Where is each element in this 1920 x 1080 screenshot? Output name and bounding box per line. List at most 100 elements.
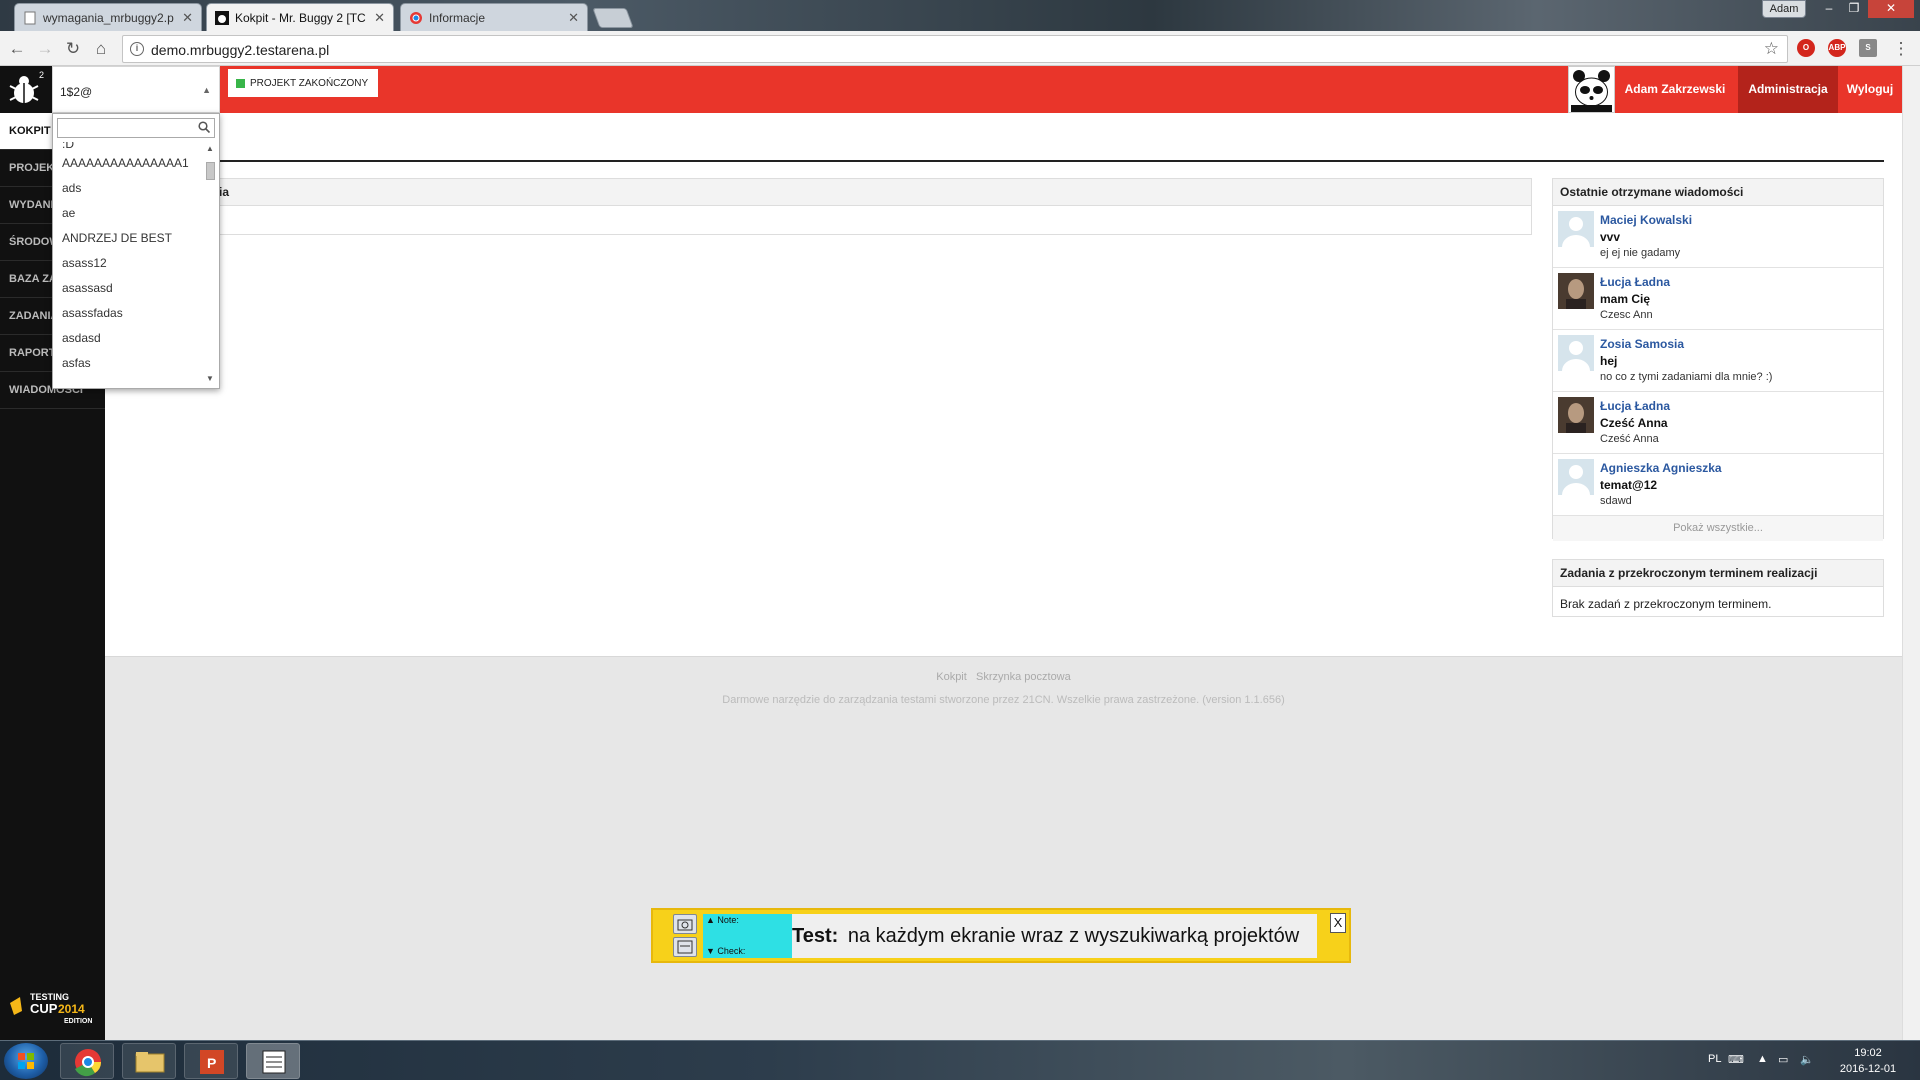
minimize-icon[interactable]: – bbox=[1818, 0, 1840, 18]
note-label[interactable]: ▲ Note: bbox=[703, 915, 739, 925]
badge-year: 2014 bbox=[58, 1002, 85, 1016]
scroll-thumb[interactable] bbox=[206, 162, 215, 180]
note-text: na każdym ekranie wraz z wyszukiwarką pr… bbox=[847, 925, 1300, 947]
badge-line2: CUP bbox=[30, 1001, 58, 1016]
message-item[interactable]: Maciej Kowalski vvv ej ej nie gadamy bbox=[1553, 206, 1883, 268]
logout-link[interactable]: Wyloguj bbox=[1838, 66, 1902, 113]
message-item[interactable]: Łucja Ładna Cześć Anna Cześć Anna bbox=[1553, 392, 1883, 454]
message-item[interactable]: Zosia Samosia hej no co z tymi zadaniami… bbox=[1553, 330, 1883, 392]
keyboard-icon[interactable]: ⌨ bbox=[1728, 1053, 1744, 1066]
dropdown-option[interactable]: asassasd bbox=[53, 276, 201, 301]
reload-icon[interactable]: ↻ bbox=[62, 38, 84, 60]
default-avatar-icon bbox=[1562, 217, 1590, 247]
message-subject[interactable]: vvv bbox=[1600, 230, 1620, 244]
dropdown-option[interactable]: ads bbox=[53, 176, 201, 201]
new-tab-button[interactable] bbox=[592, 8, 634, 28]
opera-extension-icon[interactable]: O bbox=[1797, 39, 1815, 57]
page-scrollbar[interactable] bbox=[1902, 66, 1920, 1040]
photo-avatar-icon bbox=[1558, 273, 1594, 309]
dropdown-scrollbar[interactable]: ▲ ▼ bbox=[203, 142, 218, 388]
clock-date: 2016-12-01 bbox=[1839, 1063, 1897, 1075]
admin-link[interactable]: Administracja bbox=[1738, 66, 1838, 113]
note-text-field[interactable]: Test: na każdym ekranie wraz z wyszukiwa… bbox=[792, 914, 1317, 958]
message-item[interactable]: Agnieszka Agnieszka temat@12 sdawd bbox=[1553, 454, 1883, 516]
project-status-badge: PROJEKT ZAKOŃCZONY bbox=[228, 69, 379, 97]
browser-tab-informacje[interactable]: Informacje ✕ bbox=[400, 3, 588, 31]
camera-icon[interactable] bbox=[673, 914, 697, 934]
bookmark-star-icon[interactable]: ☆ bbox=[1764, 39, 1779, 59]
dropdown-option[interactable]: ANDRZEJ DE BEST bbox=[53, 226, 201, 251]
app-logo[interactable]: 2 bbox=[0, 66, 52, 113]
scroll-down-icon[interactable]: ▼ bbox=[206, 374, 214, 383]
project-selector[interactable]: 1$2@ ▲ bbox=[52, 66, 220, 113]
search-icon[interactable] bbox=[198, 121, 210, 133]
message-sender[interactable]: Łucja Ładna bbox=[1600, 275, 1670, 289]
footer-link-mailbox[interactable]: Skrzynka pocztowa bbox=[976, 671, 1071, 683]
message-sender[interactable]: Łucja Ładna bbox=[1600, 399, 1670, 413]
user-name-link[interactable]: Adam Zakrzewski bbox=[1616, 66, 1734, 113]
dropdown-option[interactable]: AAAAAAAAAAAAAAA1 bbox=[53, 151, 201, 176]
address-bar[interactable]: i demo.mrbuggy2.testarena.pl ☆ bbox=[122, 35, 1788, 63]
restore-icon[interactable]: ❐ bbox=[1843, 0, 1865, 18]
forward-icon[interactable]: → bbox=[34, 38, 56, 60]
note-prefix: Test: bbox=[792, 925, 839, 947]
message-sender[interactable]: Agnieszka Agnieszka bbox=[1600, 461, 1722, 475]
language-indicator[interactable]: PL bbox=[1708, 1053, 1721, 1065]
window-close-icon[interactable]: ✕ bbox=[1868, 0, 1914, 18]
caret-up-icon: ▲ bbox=[202, 85, 211, 95]
footer-link-kokpit[interactable]: Kokpit bbox=[936, 671, 967, 683]
dashboard-panel-left: ania bbox=[200, 178, 1532, 235]
extension-s-icon[interactable]: S bbox=[1859, 39, 1877, 57]
close-icon[interactable]: ✕ bbox=[182, 10, 193, 26]
browser-user-chip[interactable]: Adam bbox=[1762, 0, 1806, 18]
taskbar-chrome[interactable] bbox=[60, 1043, 114, 1079]
message-subject[interactable]: hej bbox=[1600, 354, 1617, 368]
chrome-icon bbox=[409, 11, 423, 25]
message-preview: no co z tymi zadaniami dla mnie? :) bbox=[1600, 371, 1773, 383]
message-subject[interactable]: mam Cię bbox=[1600, 292, 1650, 306]
browser-tab-wymagania[interactable]: wymagania_mrbuggy2.p ✕ bbox=[14, 3, 202, 31]
home-icon[interactable]: ⌂ bbox=[90, 38, 112, 60]
dropdown-option[interactable]: ae bbox=[53, 201, 201, 226]
dropdown-option[interactable]: asfas bbox=[53, 351, 201, 376]
adblock-extension-icon[interactable]: ABP bbox=[1828, 39, 1846, 57]
app-topbar: 2 1$2@ ▲ PROJEKT ZAKOŃCZONY Adam Zakrzew… bbox=[0, 66, 1902, 113]
system-clock[interactable]: 19:02 2016-12-01 bbox=[1822, 1045, 1914, 1077]
close-icon[interactable]: ✕ bbox=[374, 10, 385, 26]
tray-expand-icon[interactable]: ▲ bbox=[1757, 1053, 1768, 1065]
project-status-text: PROJEKT ZAKOŃCZONY bbox=[250, 77, 369, 89]
overdue-tasks-empty: Brak zadań z przekroczonym terminem. bbox=[1560, 597, 1772, 611]
browser-tab-kokpit[interactable]: Kokpit - Mr. Buggy 2 [TC ✕ bbox=[206, 3, 394, 31]
message-sender[interactable]: Zosia Samosia bbox=[1600, 337, 1684, 351]
info-icon[interactable]: i bbox=[130, 42, 144, 56]
dropdown-option[interactable]: asassfadas bbox=[53, 301, 201, 326]
user-avatar[interactable] bbox=[1568, 66, 1615, 113]
status-square-icon bbox=[236, 78, 245, 88]
dropdown-option[interactable]: asass12 bbox=[53, 251, 201, 276]
dropdown-option[interactable]: asdasd bbox=[53, 326, 201, 351]
volume-icon[interactable]: 🔈 bbox=[1800, 1053, 1814, 1066]
browser-tabstrip: wymagania_mrbuggy2.p ✕ Kokpit - Mr. Bugg… bbox=[0, 0, 1920, 31]
check-label[interactable]: ▼ Check: bbox=[703, 946, 745, 956]
dropdown-option[interactable]: :D bbox=[53, 142, 201, 151]
avatar bbox=[1558, 459, 1594, 495]
show-all-messages-link[interactable]: Pokaż wszystkie... bbox=[1553, 516, 1883, 541]
back-icon[interactable]: ← bbox=[6, 38, 28, 60]
screenshot-icon[interactable] bbox=[673, 937, 697, 957]
taskbar-powerpoint[interactable]: P bbox=[184, 1043, 238, 1079]
note-close-button[interactable]: X bbox=[1330, 913, 1346, 933]
start-button[interactable] bbox=[4, 1043, 48, 1079]
message-subject[interactable]: temat@12 bbox=[1600, 478, 1657, 492]
taskbar-notes-app[interactable] bbox=[246, 1043, 300, 1079]
message-subject[interactable]: Cześć Anna bbox=[1600, 416, 1668, 430]
scroll-up-icon[interactable]: ▲ bbox=[206, 144, 214, 153]
close-icon[interactable]: ✕ bbox=[568, 10, 579, 26]
svg-text:2: 2 bbox=[39, 70, 44, 80]
taskbar-explorer[interactable] bbox=[122, 1043, 176, 1079]
network-icon[interactable]: ▭ bbox=[1778, 1053, 1788, 1066]
project-search-input[interactable] bbox=[58, 119, 190, 137]
message-sender[interactable]: Maciej Kowalski bbox=[1600, 213, 1692, 227]
project-dropdown: :D AAAAAAAAAAAAAAA1 ads ae ANDRZEJ DE BE… bbox=[52, 113, 220, 389]
menu-icon[interactable]: ⋮ bbox=[1890, 38, 1912, 60]
message-item[interactable]: Łucja Ładna mam Cię Czesc Ann bbox=[1553, 268, 1883, 330]
